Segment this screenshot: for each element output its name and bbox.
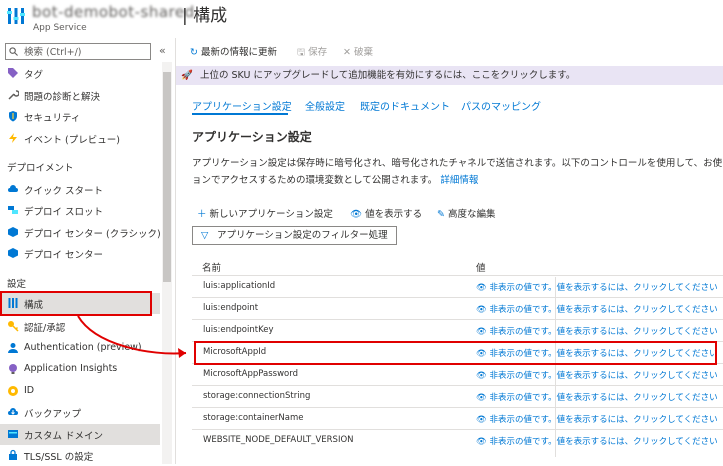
annotation-arrow (77, 315, 187, 358)
